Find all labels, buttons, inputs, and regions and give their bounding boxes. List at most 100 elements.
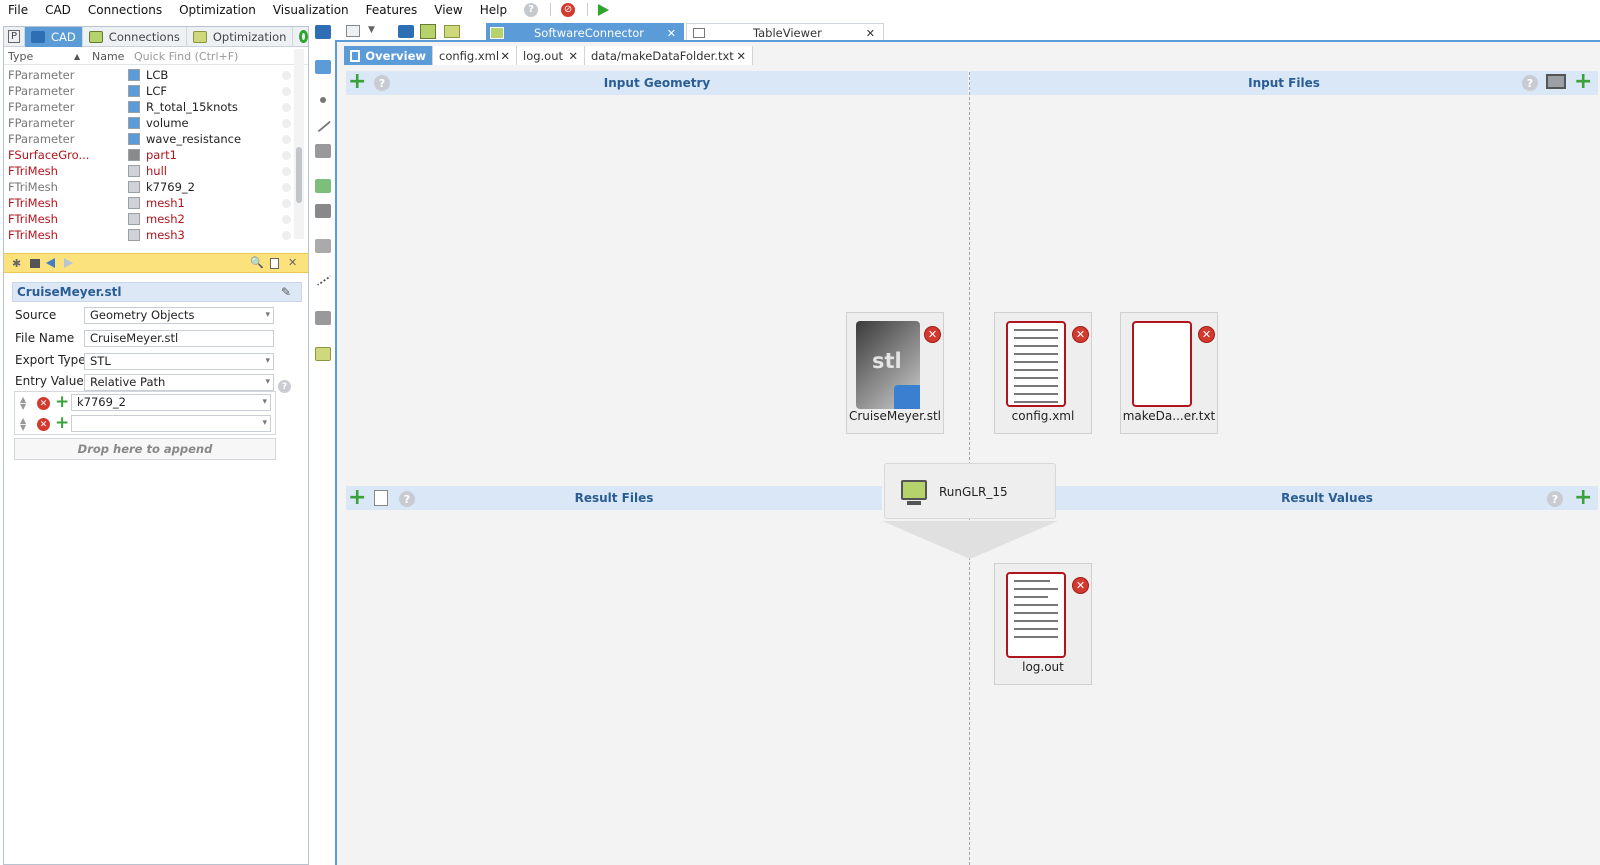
- optimization-view-icon[interactable]: [444, 25, 460, 38]
- mesh-icon[interactable]: [315, 204, 331, 218]
- add-item-icon[interactable]: +: [55, 394, 69, 411]
- connector-node[interactable]: RunGLR_15: [884, 463, 1056, 519]
- folder-view-icon[interactable]: [398, 25, 414, 38]
- remove-geometry-icon[interactable]: ✕: [924, 326, 941, 343]
- add-item-icon[interactable]: +: [55, 415, 69, 432]
- add-result-file-icon[interactable]: +: [348, 487, 366, 509]
- copy-icon[interactable]: [270, 258, 279, 269]
- volume-icon[interactable]: [315, 179, 331, 193]
- object-list-item-1[interactable]: k7769_2: [71, 394, 271, 411]
- menu-cad[interactable]: CAD: [45, 3, 71, 17]
- monitor-icon[interactable]: [1546, 74, 1566, 89]
- result-card-log[interactable]: ✕ log.out: [994, 563, 1092, 685]
- search-icon[interactable]: 🔍: [250, 256, 264, 269]
- object-list-item-2[interactable]: [71, 415, 271, 432]
- file-name-input[interactable]: CruiseMeyer.stl: [84, 330, 274, 347]
- back-arrow-icon[interactable]: [46, 258, 55, 268]
- tree-row[interactable]: FSurfaceGro... part1: [4, 147, 300, 163]
- entry-value-select[interactable]: Relative Path: [84, 374, 274, 391]
- menu-visualization[interactable]: Visualization: [273, 3, 349, 17]
- close-tab-icon[interactable]: ✕: [568, 49, 578, 63]
- remove-result-icon[interactable]: ✕: [1072, 577, 1089, 594]
- tree-row[interactable]: FTriMesh hull: [4, 163, 300, 179]
- point-icon[interactable]: [320, 97, 326, 103]
- remove-file-icon[interactable]: ✕: [1198, 326, 1215, 343]
- tab-config-xml[interactable]: config.xml ✕: [433, 46, 517, 65]
- software-connector-view: [335, 40, 1600, 865]
- file-card-makedata[interactable]: ✕ makeDa...er.txt: [1120, 312, 1218, 434]
- import-icon[interactable]: [315, 311, 331, 325]
- drop-zone[interactable]: Drop here to append: [14, 438, 276, 460]
- run-icon[interactable]: [598, 3, 610, 16]
- curve-icon[interactable]: [314, 117, 332, 133]
- tab-overview[interactable]: Overview: [344, 46, 433, 65]
- tab-make-data-folder[interactable]: data/makeDataFolder.txt ✕: [585, 46, 753, 65]
- remove-item-icon[interactable]: ✕: [37, 397, 50, 410]
- help-icon[interactable]: ?: [524, 2, 539, 17]
- menu-file[interactable]: File: [8, 3, 28, 17]
- menu-view[interactable]: View: [434, 3, 462, 17]
- folder-icon[interactable]: [315, 25, 331, 39]
- source-select[interactable]: Geometry Objects: [84, 307, 274, 324]
- stop-icon[interactable]: ⊘: [561, 2, 576, 17]
- refresh-icon[interactable]: [299, 30, 308, 43]
- search-file-icon[interactable]: [374, 490, 388, 506]
- tree-row[interactable]: FTriMesh k7769_2: [4, 179, 300, 195]
- close-tab-icon[interactable]: ✕: [866, 27, 875, 40]
- pin-icon[interactable]: ✱: [12, 257, 21, 270]
- tab-p[interactable]: P: [4, 26, 26, 47]
- remove-file-icon[interactable]: ✕: [1072, 326, 1089, 343]
- tab-cad[interactable]: CAD: [25, 26, 83, 47]
- surface-icon[interactable]: [315, 144, 331, 158]
- remove-item-icon[interactable]: ✕: [37, 418, 50, 431]
- menu-help[interactable]: Help: [480, 3, 507, 17]
- add-result-value-icon[interactable]: +: [1574, 487, 1592, 509]
- help-icon[interactable]: ?: [1522, 75, 1538, 91]
- close-tab-icon[interactable]: ✕: [667, 27, 676, 40]
- tree-row[interactable]: FParameter R_total_15knots: [4, 99, 300, 115]
- scroll-thumb[interactable]: [296, 147, 302, 203]
- edit-icon[interactable]: ✎: [281, 285, 291, 299]
- reorder-icon[interactable]: ▲ ▼: [20, 417, 26, 432]
- geometry-card-cruisemeyer[interactable]: stl ✕ CruiseMeyer.stl: [846, 312, 944, 434]
- menu-features[interactable]: Features: [366, 3, 418, 17]
- select-icon[interactable]: [315, 60, 331, 74]
- tree-row-name: mesh2: [146, 212, 185, 226]
- measure-icon[interactable]: [314, 271, 332, 287]
- tab-optimization[interactable]: Optimization: [187, 26, 294, 47]
- close-tab-icon[interactable]: ✕: [500, 49, 510, 63]
- tab-log-out[interactable]: log.out ✕: [517, 46, 585, 65]
- grid-icon[interactable]: [315, 239, 331, 253]
- menu-connections[interactable]: Connections: [88, 3, 162, 17]
- menu-optimization[interactable]: Optimization: [179, 3, 256, 17]
- connector-view-icon[interactable]: [420, 24, 436, 39]
- reorder-icon[interactable]: ▲ ▼: [20, 396, 26, 411]
- chevron-down-icon[interactable]: ▼: [368, 25, 375, 35]
- tree-row[interactable]: FTriMesh mesh3: [4, 227, 300, 243]
- tab-connections[interactable]: Connections: [83, 26, 187, 47]
- help-icon[interactable]: ?: [399, 491, 415, 507]
- tree-row[interactable]: FTriMesh mesh1: [4, 195, 300, 211]
- tree-row[interactable]: FParameter LCB: [4, 67, 300, 83]
- close-icon[interactable]: ✕: [288, 256, 297, 269]
- add-file-icon[interactable]: +: [1574, 71, 1592, 93]
- forward-arrow-icon[interactable]: [64, 258, 73, 268]
- help-icon[interactable]: ?: [374, 75, 390, 91]
- add-geometry-icon[interactable]: +: [348, 71, 366, 93]
- tree-row[interactable]: FParameter wave_resistance: [4, 131, 300, 147]
- column-type[interactable]: Type: [8, 50, 33, 63]
- file-card-config[interactable]: ✕ config.xml: [994, 312, 1092, 434]
- tree-scrollbar[interactable]: [294, 49, 304, 239]
- quick-find-input[interactable]: Quick Find (Ctrl+F): [134, 50, 238, 63]
- tree-row[interactable]: FTriMesh mesh2: [4, 211, 300, 227]
- help-icon[interactable]: ?: [1547, 491, 1563, 507]
- help-icon[interactable]: ?: [278, 380, 291, 393]
- tree-row[interactable]: FParameter LCF: [4, 83, 300, 99]
- tree-row[interactable]: FParameter volume: [4, 115, 300, 131]
- export-type-select[interactable]: STL: [84, 353, 274, 370]
- optimization-icon[interactable]: [315, 347, 331, 361]
- list-icon[interactable]: [30, 259, 40, 268]
- close-tab-icon[interactable]: ✕: [736, 49, 746, 63]
- column-name[interactable]: Name: [92, 50, 124, 63]
- layout-icon[interactable]: [346, 25, 360, 37]
